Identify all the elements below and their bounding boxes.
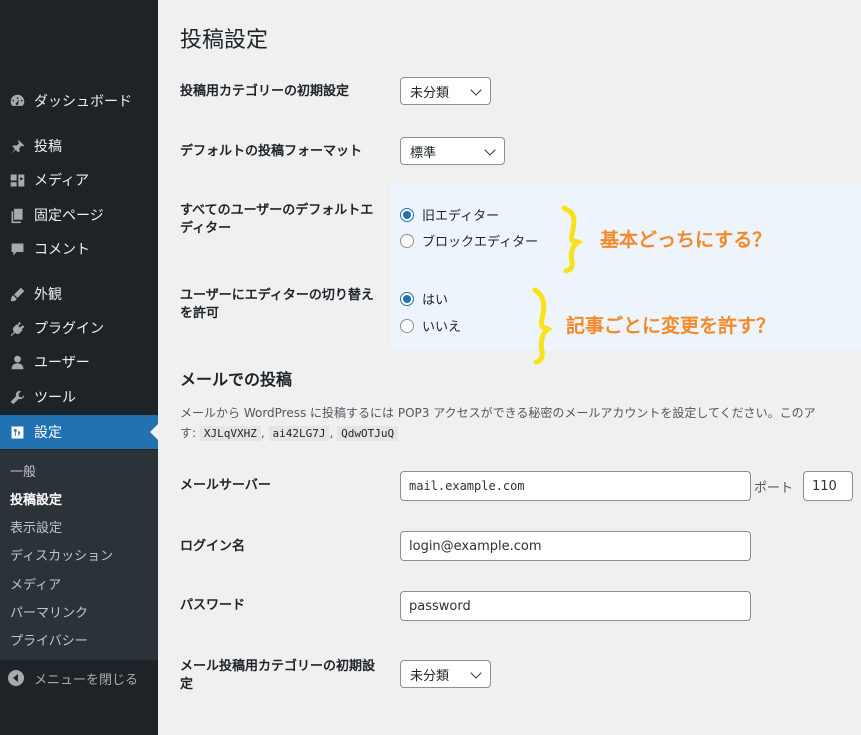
pages-icon (8, 206, 26, 224)
radio-label: 旧エディター (422, 209, 500, 224)
sidebar-item-label: コメント (34, 242, 90, 258)
sidebar-item-label: メディア (34, 173, 90, 189)
submenu-item-writing[interactable]: 投稿設定 (10, 489, 62, 508)
sidebar-item-label: 外観 (34, 287, 62, 303)
port-label: ポート (754, 481, 794, 496)
mail-description: メールから WordPress に投稿するには POP3 アクセスができる秘密の… (180, 403, 861, 444)
secret-code: QdwOTJuQ (337, 426, 399, 441)
brace-annotation-icon (561, 205, 583, 274)
mail-server-input[interactable] (400, 471, 751, 501)
radio-label: ブロックエディター (422, 235, 539, 250)
annotation-default-editor: 基本どっちにする？ (600, 229, 772, 251)
default-format-value: 標準 (410, 145, 437, 161)
radio-label: はい (422, 293, 449, 308)
plugin-icon (8, 319, 26, 337)
media-icon (8, 171, 26, 189)
sidebar-item-label: 設定 (34, 425, 62, 441)
mail-server-label: メールサーバー (180, 478, 271, 493)
sidebar-item-plugins[interactable]: プラグイン (0, 311, 158, 345)
default-category-select[interactable]: 未分類 (400, 77, 491, 105)
radio-block-editor[interactable]: ブロックエディター (400, 231, 538, 250)
radio-switch-yes[interactable]: はい (400, 289, 448, 308)
login-input[interactable] (400, 531, 751, 561)
sidebar-item-label: 投稿 (34, 139, 62, 155)
sidebar-item-settings[interactable]: 設定 (0, 415, 158, 449)
collapse-arrow-icon (8, 670, 24, 686)
sidebar-item-tools[interactable]: ツール (0, 380, 158, 414)
radio-unchecked-icon (400, 318, 414, 333)
brace-annotation-icon (532, 287, 553, 365)
settings-submenu: 一般 投稿設定 表示設定 ディスカッション メディア パーマリンク プライバシー (0, 450, 158, 660)
submenu-item-media[interactable]: メディア (10, 574, 61, 593)
dashboard-icon (8, 92, 26, 110)
mail-category-select[interactable]: 未分類 (400, 660, 491, 688)
user-icon (8, 353, 26, 371)
radio-label: いいえ (422, 320, 462, 335)
mail-description-text: メールから WordPress に投稿するには POP3 アクセスができる秘密の… (180, 406, 816, 420)
default-editor-label: すべてのユーザーのデフォルトエディター (180, 203, 374, 236)
radio-switch-no[interactable]: いいえ (400, 316, 461, 335)
mail-category-label: メール投稿用カテゴリーの初期設定 (180, 659, 376, 692)
pushpin-icon (8, 137, 26, 155)
page-title: 投稿設定 (180, 28, 269, 53)
annotation-allow-switch: 記事ごとに変更を許す？ (566, 315, 776, 337)
allow-switch-label: ユーザーにエディターの切り替えを許可 (180, 288, 374, 321)
settings-icon (8, 423, 26, 441)
sidebar-item-label: ツール (34, 390, 76, 406)
radio-classic-editor[interactable]: 旧エディター (400, 205, 499, 224)
default-category-value: 未分類 (410, 85, 450, 101)
sidebar-item-media[interactable]: メディア (0, 163, 158, 197)
sidebar-item-comments[interactable]: コメント (0, 232, 158, 266)
submenu-item-reading[interactable]: 表示設定 (10, 517, 62, 536)
sidebar-item-dashboard[interactable]: ダッシュボード (0, 84, 158, 118)
port-input[interactable] (803, 471, 853, 501)
login-label: ログイン名 (180, 539, 246, 554)
collapse-menu-button[interactable]: メニューを閉じる (0, 664, 158, 692)
comment-icon (8, 240, 26, 258)
chevron-down-icon (484, 144, 496, 156)
mail-section-heading: メールでの投稿 (180, 370, 293, 389)
radio-unchecked-icon (400, 233, 414, 248)
settings-content: 投稿設定 投稿用カテゴリーの初期設定 未分類 デフォルトの投稿フォーマット 標準… (158, 0, 861, 735)
sidebar-item-posts[interactable]: 投稿 (0, 129, 158, 163)
password-input[interactable] (400, 591, 751, 621)
sidebar-item-appearance[interactable]: 外観 (0, 277, 158, 311)
mail-description-prefix: す: (180, 426, 197, 440)
password-label: パスワード (180, 598, 246, 613)
mail-category-value: 未分類 (410, 668, 450, 684)
radio-checked-icon (400, 291, 414, 306)
submenu-item-discussion[interactable]: ディスカッション (10, 545, 113, 564)
chevron-down-icon (470, 84, 482, 96)
mail-description-codes: す: XJLqVXHZ, ai42LG7J, QdwOTJuQ (180, 423, 861, 444)
default-format-select[interactable]: 標準 (400, 137, 505, 165)
secret-code: XJLqVXHZ (199, 426, 261, 441)
sidebar-item-label: 固定ページ (34, 208, 104, 224)
sidebar-item-label: ユーザー (34, 355, 90, 371)
default-format-label: デフォルトの投稿フォーマット (180, 144, 363, 159)
chevron-down-icon (470, 667, 482, 679)
sidebar-item-label: プラグイン (34, 321, 104, 337)
wrench-icon (8, 388, 26, 406)
default-category-label: 投稿用カテゴリーの初期設定 (180, 84, 350, 99)
secret-code: ai42LG7J (268, 426, 330, 441)
submenu-item-general[interactable]: 一般 (10, 461, 36, 480)
radio-checked-icon (400, 207, 414, 222)
sidebar-item-users[interactable]: ユーザー (0, 345, 158, 379)
submenu-item-privacy[interactable]: プライバシー (10, 630, 88, 649)
brush-icon (8, 285, 26, 303)
admin-sidebar: ダッシュボード 投稿 メディア 固定ページ コメント 外観 プラグイン ユーザー… (0, 0, 158, 735)
sidebar-item-pages[interactable]: 固定ページ (0, 198, 158, 232)
submenu-item-permalinks[interactable]: パーマリンク (10, 602, 88, 621)
sidebar-item-label: ダッシュボード (34, 94, 132, 110)
collapse-menu-label: メニューを閉じる (34, 672, 139, 688)
